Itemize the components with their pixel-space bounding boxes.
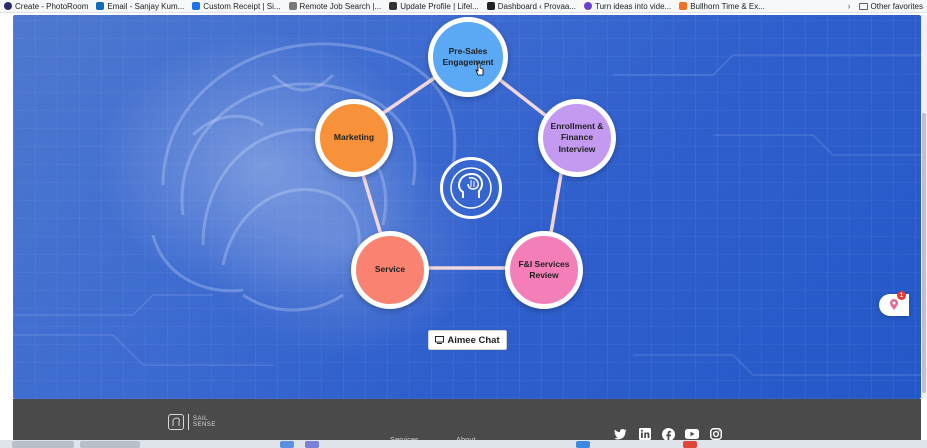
bookmark-remote-job[interactable]: Remote Job Search |... (285, 0, 386, 12)
bookmark-update-profile[interactable]: Update Profile | Lifel... (385, 0, 483, 12)
node-marketing[interactable]: Marketing (315, 99, 393, 177)
bookmark-label: Create - PhotoRoom (15, 1, 89, 11)
node-label: Marketing (333, 132, 375, 143)
sailsense-mark-icon (168, 414, 184, 430)
ai-brain-head-icon (440, 157, 502, 219)
bookmark-label: Bullhorn Time & Ex... (690, 1, 765, 11)
node-label: Pre-Sales Engagement (442, 45, 494, 67)
bookmark-label: Turn ideas into vide... (595, 1, 672, 11)
bookmark-bullhorn[interactable]: Bullhorn Time & Ex... (675, 0, 769, 12)
bookmark-dashboard[interactable]: Dashboard ‹ Provaa... (483, 0, 580, 12)
bullhorn-icon (679, 2, 688, 10)
youtube-icon[interactable] (685, 427, 699, 441)
twitter-icon[interactable] (613, 427, 627, 441)
taskbar-item[interactable] (12, 441, 74, 448)
instagram-icon[interactable] (709, 427, 723, 441)
mouse-cursor-icon (475, 62, 484, 76)
aimee-chat-label: Aimee Chat (447, 334, 500, 346)
bookmark-photoroom[interactable]: Create - PhotoRoom (0, 0, 92, 12)
aimee-chat-button[interactable]: Aimee Chat (428, 330, 507, 350)
node-label: F&I Services Review (518, 258, 570, 280)
receipt-icon (192, 2, 201, 10)
node-label: Enrollment & Finance Interview (550, 120, 604, 154)
taskbar-app-icon[interactable] (683, 441, 697, 448)
job-search-icon (288, 2, 297, 10)
lifeline-icon (389, 2, 398, 10)
photoroom-icon (4, 2, 12, 10)
bookmark-label: Update Profile | Lifel... (400, 1, 479, 11)
node-pre-sales-engagement[interactable]: Pre-Sales Engagement (428, 17, 508, 97)
bookmark-turn-ideas[interactable]: Turn ideas into vide... (580, 0, 675, 12)
bookmark-label: Remote Job Search |... (299, 1, 382, 11)
bookmark-label: Email - Sanjay Kum... (107, 1, 185, 11)
taskbar-strip (0, 440, 927, 448)
outlook-icon (96, 2, 105, 10)
bookmarks-bar: Create - PhotoRoom Email - Sanjay Kum...… (0, 0, 927, 13)
chat-monitor-icon (435, 336, 445, 344)
bookmark-label: Custom Receipt | Si... (203, 1, 281, 11)
node-service[interactable]: Service (351, 231, 429, 309)
taskbar-app-icon[interactable] (280, 441, 294, 448)
taskbar-app-icon[interactable] (576, 441, 590, 448)
other-favorites-label: Other favorites (870, 1, 923, 11)
facebook-icon[interactable] (661, 427, 675, 441)
notification-badge: 1 (897, 291, 906, 300)
bookmarks-overflow-chevron-icon[interactable]: › (840, 1, 859, 11)
taskbar-app-icon[interactable] (305, 441, 319, 448)
page: Pre-Sales Engagement Enrollment & Financ… (0, 13, 927, 448)
video-icon (584, 2, 593, 10)
bookmark-email[interactable]: Email - Sanjay Kum... (92, 0, 188, 12)
other-favorites[interactable]: Other favorites (858, 1, 927, 11)
scrollbar-thumb[interactable] (922, 113, 926, 393)
node-fi-services-review[interactable]: F&I Services Review (505, 231, 583, 309)
bookmark-custom-receipt[interactable]: Custom Receipt | Si... (188, 0, 284, 12)
logo-divider (188, 414, 189, 430)
logo-line-2: SENSE (193, 422, 216, 428)
bookmark-label: Dashboard ‹ Provaa... (497, 1, 577, 11)
node-label: Service (374, 264, 406, 275)
node-enrollment-finance-interview[interactable]: Enrollment & Finance Interview (538, 99, 616, 177)
taskbar-item[interactable] (80, 441, 140, 448)
sailsense-logo[interactable]: SAIL SENSE (168, 414, 216, 430)
map-pin-icon (890, 299, 898, 310)
linkedin-icon[interactable] (638, 427, 652, 441)
folder-icon (858, 2, 868, 10)
logo-text: SAIL SENSE (193, 416, 216, 429)
hero-section: Pre-Sales Engagement Enrollment & Financ… (13, 15, 921, 399)
location-widget[interactable]: 1 (879, 291, 909, 316)
dashboard-icon (486, 2, 495, 10)
